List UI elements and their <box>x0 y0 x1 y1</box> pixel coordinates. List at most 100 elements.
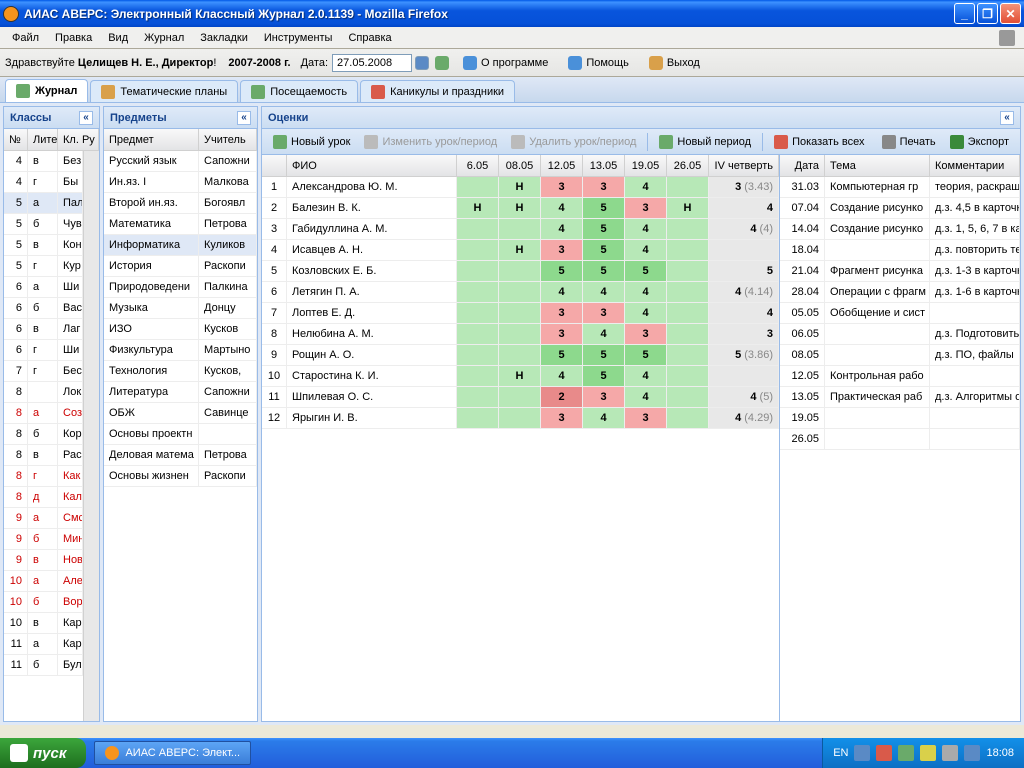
menu-file[interactable]: Файл <box>5 30 46 46</box>
class-row[interactable]: 6гШи <box>4 340 83 361</box>
col-date[interactable]: 26.05 <box>667 155 709 176</box>
col-topic[interactable]: Тема <box>825 155 930 176</box>
col-teacher[interactable]: Кл. Ру <box>58 129 99 150</box>
subject-row[interactable]: ИЗОКусков <box>104 319 257 340</box>
lesson-row[interactable]: 05.05Обобщение и сист <box>780 303 1020 324</box>
col-comment[interactable]: Комментарии <box>930 155 1020 176</box>
class-row[interactable]: 5вКон <box>4 235 83 256</box>
class-row[interactable]: 8Лок <box>4 382 83 403</box>
subject-row[interactable]: ИсторияРаскопи <box>104 256 257 277</box>
tray-icon[interactable] <box>876 745 892 761</box>
col-date[interactable]: Дата <box>780 155 825 176</box>
col-date[interactable]: 12.05 <box>541 155 583 176</box>
class-row[interactable]: 5аПал <box>4 193 83 214</box>
col-fio[interactable]: ФИО <box>287 155 457 176</box>
tab-journal[interactable]: Журнал <box>5 79 88 102</box>
subject-row[interactable]: МузыкаДонцу <box>104 298 257 319</box>
exit-button[interactable]: Выход <box>643 54 706 72</box>
student-row[interactable]: 11Шпилевая О. С.2344 (5) <box>262 387 779 408</box>
subject-row[interactable]: МатематикаПетрова <box>104 214 257 235</box>
about-button[interactable]: О программе <box>457 54 554 72</box>
lesson-row[interactable]: 28.04Операции с фрагмд.з. 1-6 в карточк <box>780 282 1020 303</box>
subject-row[interactable]: ПриродоведениПалкина <box>104 277 257 298</box>
classes-scrollbar[interactable] <box>83 151 99 721</box>
class-row[interactable]: 8гКак <box>4 466 83 487</box>
menu-help[interactable]: Справка <box>341 30 398 46</box>
tab-plans[interactable]: Тематические планы <box>90 80 238 102</box>
tray-icon[interactable] <box>898 745 914 761</box>
tab-attendance[interactable]: Посещаемость <box>240 80 358 102</box>
help-button[interactable]: Помощь <box>562 54 635 72</box>
lesson-row[interactable]: 31.03Компьютерная гртеория, раскраши <box>780 177 1020 198</box>
student-row[interactable]: 9Рощин А. О.5555 (3.86) <box>262 345 779 366</box>
lesson-row[interactable]: 06.05д.з. Подготовить <box>780 324 1020 345</box>
clock[interactable]: 18:08 <box>986 747 1014 759</box>
class-row[interactable]: 9бМин <box>4 529 83 550</box>
subject-row[interactable]: Основы проектн <box>104 424 257 445</box>
lesson-row[interactable]: 07.04Создание рисункод.з. 4,5 в карточк <box>780 198 1020 219</box>
menu-journal[interactable]: Журнал <box>137 30 191 46</box>
class-row[interactable]: 4гБы <box>4 172 83 193</box>
new-period-button[interactable]: Новый период <box>653 132 757 152</box>
subject-row[interactable]: ОБЖСавинце <box>104 403 257 424</box>
subject-row[interactable]: Русский языкСапожни <box>104 151 257 172</box>
col-date[interactable]: 13.05 <box>583 155 625 176</box>
minimize-button[interactable]: _ <box>954 3 975 24</box>
menu-tools[interactable]: Инструменты <box>257 30 340 46</box>
class-row[interactable]: 7гБес <box>4 361 83 382</box>
class-row[interactable]: 10вКар <box>4 613 83 634</box>
tray-icon[interactable] <box>942 745 958 761</box>
export-button[interactable]: Экспорт <box>944 132 1015 152</box>
col-num[interactable] <box>262 155 287 176</box>
lesson-row[interactable]: 13.05Практическая рабд.з. Алгоритмы оп <box>780 387 1020 408</box>
student-row[interactable]: 5Козловских Е. Б.5555 <box>262 261 779 282</box>
student-row[interactable]: 4Исавцев А. Н.Н354 <box>262 240 779 261</box>
class-row[interactable]: 6бВас <box>4 298 83 319</box>
col-date[interactable]: 6.05 <box>457 155 499 176</box>
class-row[interactable]: 8бКор <box>4 424 83 445</box>
student-row[interactable]: 7Лоптев Е. Д.3344 <box>262 303 779 324</box>
student-row[interactable]: 6Летягин П. А.4444 (4.14) <box>262 282 779 303</box>
class-row[interactable]: 11бБул <box>4 655 83 676</box>
language-indicator[interactable]: EN <box>833 747 848 759</box>
menu-view[interactable]: Вид <box>101 30 135 46</box>
col-subject[interactable]: Предмет <box>104 129 199 150</box>
lesson-row[interactable]: 19.05 <box>780 408 1020 429</box>
col-date[interactable]: 19.05 <box>625 155 667 176</box>
class-row[interactable]: 5гКур <box>4 256 83 277</box>
subject-row[interactable]: Второй ин.яз.Богоявл <box>104 193 257 214</box>
class-row[interactable]: 5бЧув <box>4 214 83 235</box>
taskbar-item[interactable]: АИАС АВЕРС: Элект... <box>94 741 251 765</box>
class-row[interactable]: 8вРас <box>4 445 83 466</box>
lesson-row[interactable]: 18.04д.з. повторить те <box>780 240 1020 261</box>
tray-icon[interactable] <box>854 745 870 761</box>
lesson-row[interactable]: 12.05Контрольная рабо <box>780 366 1020 387</box>
student-row[interactable]: 3Габидуллина А. М.4544 (4) <box>262 219 779 240</box>
collapse-icon[interactable]: « <box>1000 111 1014 125</box>
tab-holidays[interactable]: Каникулы и праздники <box>360 80 515 102</box>
class-row[interactable]: 8аСоз <box>4 403 83 424</box>
student-row[interactable]: 1Александрова Ю. М.Н3343 (3.43) <box>262 177 779 198</box>
class-row[interactable]: 9аСмс <box>4 508 83 529</box>
collapse-icon[interactable]: « <box>237 111 251 125</box>
subject-row[interactable]: ТехнологияКусков, <box>104 361 257 382</box>
class-row[interactable]: 8дКал <box>4 487 83 508</box>
class-row[interactable]: 6аШи <box>4 277 83 298</box>
col-no[interactable]: № <box>4 129 28 150</box>
lesson-row[interactable]: 26.05 <box>780 429 1020 450</box>
class-row[interactable]: 10бВор <box>4 592 83 613</box>
class-row[interactable]: 9вНов <box>4 550 83 571</box>
subject-row[interactable]: Основы жизненРаскопи <box>104 466 257 487</box>
subject-row[interactable]: Ин.яз. IМалкова <box>104 172 257 193</box>
tray-icon[interactable] <box>920 745 936 761</box>
lesson-row[interactable]: 21.04Фрагмент рисункад.з. 1-3 в карточк <box>780 261 1020 282</box>
subject-row[interactable]: ФизкультураМартыно <box>104 340 257 361</box>
close-button[interactable]: ✕ <box>1000 3 1021 24</box>
calendar-icon[interactable] <box>415 56 429 70</box>
student-row[interactable]: 10Старостина К. И.Н454 <box>262 366 779 387</box>
edit-lesson-button[interactable]: Изменить урок/период <box>358 132 503 152</box>
new-lesson-button[interactable]: Новый урок <box>267 132 356 152</box>
date-input[interactable] <box>332 54 412 72</box>
subject-row[interactable]: ЛитератураСапожни <box>104 382 257 403</box>
menu-bookmarks[interactable]: Закладки <box>193 30 255 46</box>
